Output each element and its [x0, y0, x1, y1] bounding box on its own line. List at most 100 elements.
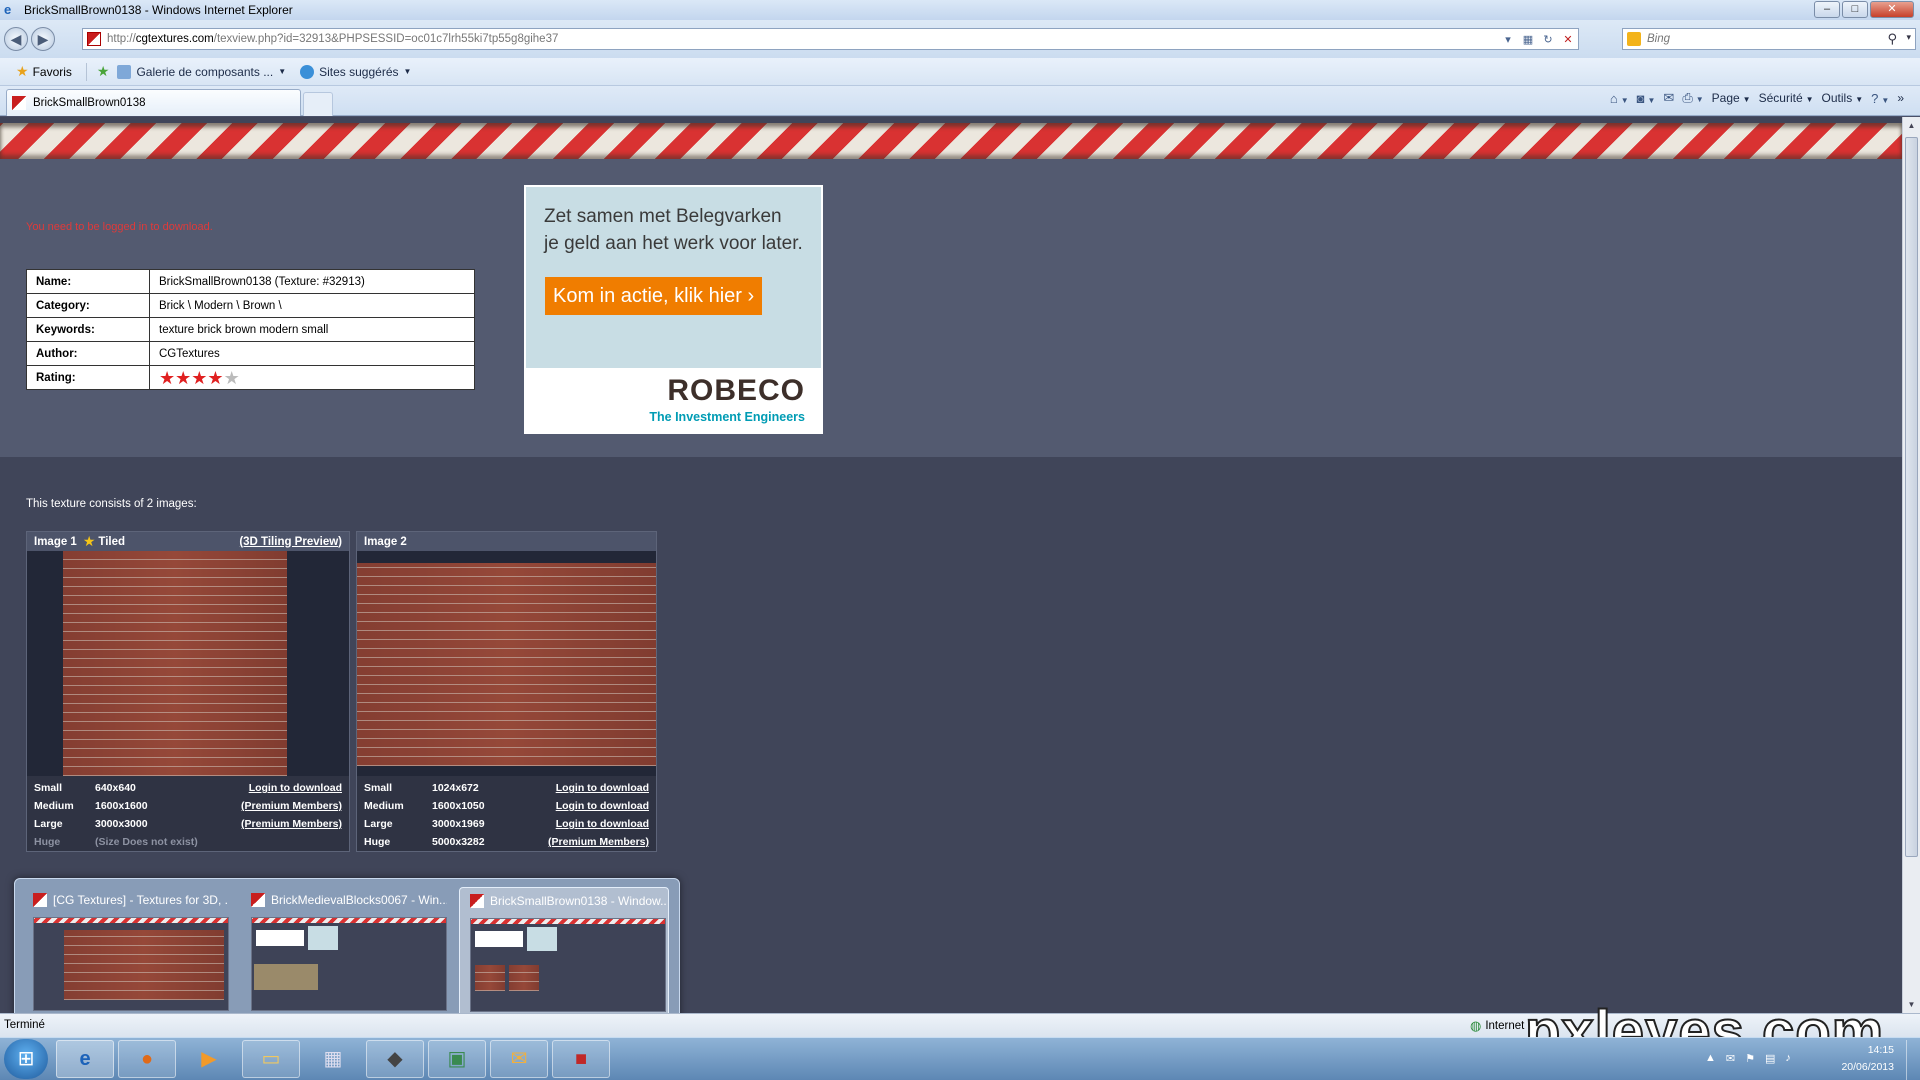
- address-dropdown-icon[interactable]: ▾: [1498, 33, 1518, 46]
- taskbar-explorer-icon[interactable]: ▭: [242, 1040, 300, 1078]
- cgtextures-icon: [33, 893, 47, 907]
- page-menu[interactable]: Page ▼: [1712, 91, 1751, 105]
- download-link[interactable]: Login to download: [556, 782, 649, 794]
- refresh-icon[interactable]: ↻: [1538, 33, 1558, 46]
- star-filled-icon[interactable]: ★: [159, 368, 175, 388]
- favbar-item-gallery[interactable]: Galerie de composants ... ▼: [117, 64, 287, 79]
- home-icon[interactable]: ⌂ ▼: [1610, 91, 1629, 106]
- compatibility-view-icon[interactable]: ▦: [1518, 33, 1538, 46]
- size-dim: (Size Does not exist): [95, 836, 198, 848]
- separator: [85, 62, 87, 81]
- scroll-down-icon[interactable]: ▼: [1903, 996, 1920, 1013]
- search-box[interactable]: ⚲ ▾: [1622, 28, 1916, 50]
- security-zone[interactable]: ◍ Internet: [1470, 1018, 1524, 1034]
- star-filled-icon[interactable]: ★: [191, 368, 207, 388]
- premium-link[interactable]: (Premium Members): [241, 818, 342, 830]
- taskbar-calculator-icon[interactable]: ▦: [304, 1040, 362, 1078]
- size-dim: 1024x672: [432, 782, 479, 794]
- star-empty-icon[interactable]: ★: [224, 368, 240, 388]
- ad-cta-button[interactable]: Kom in actie, klik hier ›: [545, 277, 763, 315]
- more-commands-icon[interactable]: »: [1897, 91, 1904, 105]
- tiled-label: Tiled: [98, 535, 126, 548]
- new-tab-button[interactable]: [303, 92, 333, 116]
- taskbar-gimp-icon[interactable]: ◆: [366, 1040, 424, 1078]
- tools-menu[interactable]: Outils ▼: [1822, 91, 1864, 105]
- add-favorite-icon[interactable]: ★: [97, 63, 110, 80]
- size-row: Large 3000x1969 Login to download: [364, 815, 649, 833]
- feeds-icon[interactable]: ◙ ▼: [1637, 91, 1656, 106]
- size-row: Small 640x640 Login to download: [34, 779, 342, 797]
- stop-icon[interactable]: ✕: [1558, 33, 1578, 46]
- tray-network-icon[interactable]: ▤: [1765, 1052, 1775, 1065]
- start-button[interactable]: ⊞: [4, 1039, 48, 1079]
- star-filled-icon[interactable]: ★: [207, 368, 223, 388]
- print-icon[interactable]: ⎙ ▼: [1682, 90, 1703, 106]
- taskbar-network-icon[interactable]: ▣: [428, 1040, 486, 1078]
- taskbar-app-icon[interactable]: ■: [552, 1040, 610, 1078]
- image-panel-header: Image 1 ★ Tiled (3D Tiling Preview): [27, 532, 349, 551]
- command-bar: ⌂ ▼ ◙ ▼ ✉ ⎙ ▼ Page ▼ Sécurité ▼ Outils ▼ ? ▼ »: [1610, 90, 1904, 106]
- minimize-button[interactable]: –: [1814, 1, 1840, 18]
- premium-link[interactable]: (Premium Members): [548, 836, 649, 848]
- tiling-preview-link[interactable]: (3D Tiling Preview): [239, 536, 342, 548]
- help-icon[interactable]: ? ▼: [1871, 91, 1889, 106]
- taskbar-mail-icon[interactable]: ✉: [490, 1040, 548, 1078]
- size-dim: 640x640: [95, 782, 136, 794]
- premium-link[interactable]: (Premium Members): [241, 800, 342, 812]
- tray-mail-icon[interactable]: ✉: [1726, 1052, 1735, 1065]
- switcher-item-cgtextures[interactable]: [CG Textures] - Textures for 3D, ...: [23, 887, 233, 1019]
- clock-date[interactable]: 20/06/2013: [1841, 1061, 1894, 1073]
- taskbar-ie-icon[interactable]: e: [56, 1040, 114, 1078]
- mail-icon[interactable]: ✉: [1663, 90, 1674, 106]
- security-menu[interactable]: Sécurité ▼: [1759, 91, 1814, 105]
- tray-volume-icon[interactable]: ♪: [1785, 1052, 1791, 1065]
- robeco-ad-banner[interactable]: Zet samen met Belegvarken je geld aan he…: [524, 185, 823, 434]
- tab-active[interactable]: BrickSmallBrown0138: [6, 89, 301, 116]
- image-panel-1: Image 1 ★ Tiled (3D Tiling Preview) Smal…: [26, 531, 350, 852]
- vertical-scrollbar[interactable]: ▲ ▼: [1902, 117, 1920, 1013]
- download-link[interactable]: Login to download: [556, 800, 649, 812]
- size-name: Medium: [34, 800, 74, 812]
- search-dropdown-icon[interactable]: ▾: [1906, 32, 1911, 43]
- back-button[interactable]: ◀: [4, 27, 28, 51]
- brick-texture-thumbnail[interactable]: [357, 563, 656, 766]
- search-input[interactable]: [1647, 33, 1877, 45]
- download-link[interactable]: Login to download: [249, 782, 342, 794]
- tray-flag-icon[interactable]: ⚑: [1745, 1052, 1755, 1065]
- taskbar-media-player-icon[interactable]: ▶: [180, 1040, 238, 1078]
- favorites-star-icon: ★: [16, 63, 29, 79]
- cgtextures-icon: [470, 894, 484, 908]
- tray-arrow-icon[interactable]: ▲: [1705, 1052, 1716, 1065]
- forward-button[interactable]: ▶: [31, 27, 55, 51]
- close-button[interactable]: ✕: [1870, 1, 1914, 18]
- download-link[interactable]: Login to download: [556, 818, 649, 830]
- search-icon[interactable]: ⚲: [1887, 31, 1897, 47]
- size-dim: 1600x1050: [432, 800, 485, 812]
- scroll-up-icon[interactable]: ▲: [1903, 117, 1920, 134]
- rating-cell: ★★★★★: [149, 365, 475, 390]
- taskbar-thumbnail-popup: [CG Textures] - Textures for 3D, ... Bri…: [14, 878, 680, 1030]
- favorites-button[interactable]: ★ Favoris: [16, 63, 72, 80]
- show-desktop-button[interactable]: [1906, 1040, 1920, 1080]
- maximize-button[interactable]: □: [1842, 1, 1868, 18]
- url-text[interactable]: http://cgtextures.com/texview.php?id=329…: [107, 33, 558, 45]
- rating-stars[interactable]: ★★★★★: [159, 368, 240, 388]
- brick-texture-thumbnail[interactable]: [63, 551, 287, 776]
- favbar-item-label: Galerie de composants ...: [136, 64, 274, 79]
- info-value: CGTextures: [149, 341, 475, 366]
- chevron-down-icon: ▼: [278, 67, 287, 76]
- clock-time[interactable]: 14:15: [1868, 1044, 1894, 1056]
- star-filled-icon[interactable]: ★: [175, 368, 191, 388]
- table-row: Rating: ★★★★★: [26, 365, 475, 390]
- switcher-item-medieval-blocks[interactable]: BrickMedievalBlocks0067 - Win...: [241, 887, 451, 1019]
- address-field[interactable]: http://cgtextures.com/texview.php?id=329…: [82, 28, 1579, 50]
- switcher-item-label: BrickSmallBrown0138 - Window...: [490, 894, 666, 908]
- favbar-item-label: Sites suggérés: [319, 64, 399, 79]
- tab-label: BrickSmallBrown0138: [33, 97, 146, 109]
- favbar-item-suggested-sites[interactable]: Sites suggérés ▼: [300, 64, 411, 79]
- scrollbar-thumb[interactable]: [1905, 137, 1918, 857]
- info-key: Keywords:: [26, 317, 150, 342]
- switcher-item-brick-small-brown[interactable]: BrickSmallBrown0138 - Window...: [459, 887, 669, 1019]
- taskbar-firefox-icon[interactable]: ●: [118, 1040, 176, 1078]
- size-dim: 1600x1600: [95, 800, 148, 812]
